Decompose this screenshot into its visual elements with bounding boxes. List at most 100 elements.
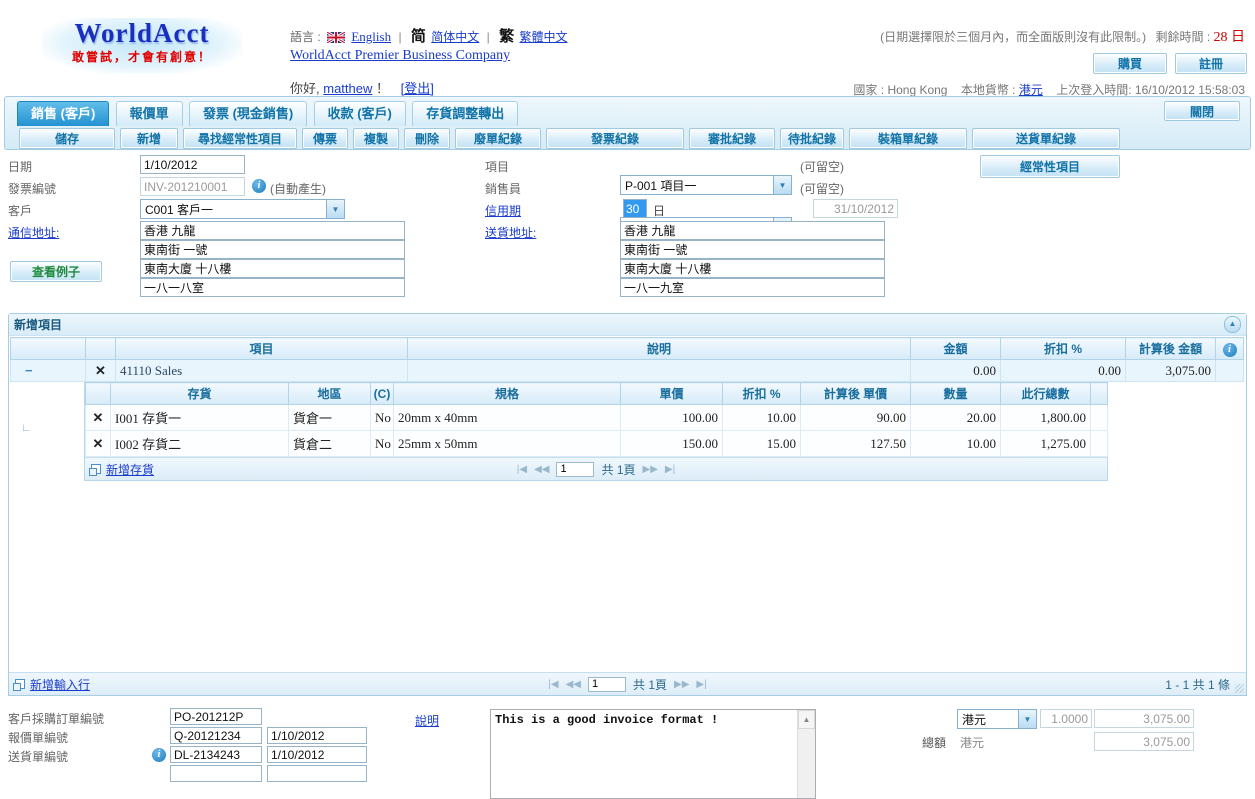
amount-cell[interactable]: 0.00 [911,360,1001,382]
remark-link[interactable]: 說明 [415,712,439,729]
close-button[interactable]: 關閉 [1164,101,1240,121]
delivery-address-line-4[interactable] [620,278,885,297]
voucher-button[interactable]: 傳票 [302,128,348,149]
grid-page-input[interactable] [588,677,626,692]
view-example-button[interactable]: 查看例子 [10,261,102,282]
collapse-panel-icon[interactable]: ▲ [1224,316,1241,333]
lang-english-link[interactable]: English [351,29,391,44]
tab-quotation[interactable]: 報價單 [116,101,183,126]
delivery-no-input[interactable] [170,746,262,763]
col-sub-discount[interactable]: 折扣 % [723,383,801,405]
scrollbar[interactable]: ▲ [797,710,815,798]
add-stock-link[interactable]: 新增存貨 [106,461,154,478]
discount-cell[interactable]: 0.00 [1001,360,1126,382]
invoice-records-button[interactable]: 發票紀錄 [546,128,684,149]
pager-first-icon[interactable]: |◀ [517,464,527,475]
qty-cell[interactable]: 10.00 [911,431,1001,457]
mailing-address-line-1[interactable] [140,221,405,240]
spec-cell[interactable]: 25mm x 50mm [394,431,621,457]
pager-prev-icon[interactable]: ◀◀ [534,464,549,475]
remark-textarea[interactable]: This is a good invoice format ! ▲ [490,709,816,799]
scroll-up-icon[interactable]: ▲ [798,710,815,729]
calc-unit-price-cell[interactable]: 127.50 [801,431,911,457]
row-delete-icon[interactable]: ✕ [86,360,116,382]
register-button[interactable]: 註冊 [1175,53,1247,74]
extra-date-input[interactable] [267,765,367,782]
calc-unit-price-cell[interactable]: 90.00 [801,405,911,431]
discount-cell[interactable]: 15.00 [723,431,801,457]
tab-invoice-cash[interactable]: 發票 (現金銷售) [189,101,307,126]
col-unit-price[interactable]: 單價 [621,383,723,405]
col-spec[interactable]: 規格 [394,383,621,405]
region-cell[interactable]: 貨倉二 [289,431,371,457]
row-collapse-icon[interactable]: − [11,360,86,382]
col-qty[interactable]: 數量 [911,383,1001,405]
project-select[interactable]: P-001 項目一 ▼ [620,175,792,195]
pager-next-icon[interactable]: ▶▶ [674,679,689,690]
delivery-date-input[interactable] [267,746,367,763]
stock-cell[interactable]: I001 存貨一 [111,405,289,431]
lang-traditional-link[interactable]: 繁體中文 [519,30,567,44]
col-discount[interactable]: 折扣 % [1001,338,1126,360]
mailing-address-line-2[interactable] [140,240,405,259]
extra-no-input[interactable] [170,765,262,782]
tab-sales-customer[interactable]: 銷售 (客戶) [17,101,109,126]
pager-last-icon[interactable]: ▶| [665,464,675,475]
credit-period-link[interactable]: 信用期 [485,202,521,219]
subgrid-page-input[interactable] [556,462,594,477]
c-cell[interactable]: No [371,431,394,457]
pager-next-icon[interactable]: ▶▶ [643,464,658,475]
calc-amount-cell[interactable]: 3,075.00 [1126,360,1216,382]
delivery-records-button[interactable]: 送貨單紀錄 [972,128,1120,149]
mailing-address-line-4[interactable] [140,278,405,297]
col-c[interactable]: (C) [371,383,394,405]
buy-button[interactable]: 購買 [1093,53,1167,74]
delivery-address-line-1[interactable] [620,221,885,240]
pager-first-icon[interactable]: |◀ [548,679,558,690]
pager-prev-icon[interactable]: ◀◀ [566,679,581,690]
company-link[interactable]: WorldAcct Premier Business Company [290,48,510,63]
qty-cell[interactable]: 20.00 [911,405,1001,431]
add-input-row-link[interactable]: 新增輸入行 [30,676,90,693]
col-amount[interactable]: 金額 [911,338,1001,360]
row-delete-icon[interactable]: ✕ [86,405,111,431]
tab-receipt-customer[interactable]: 收款 (客戶) [314,101,406,126]
item-row[interactable]: − ✕ 41110 Sales 0.00 0.00 3,075.00 [11,360,1244,382]
currency-select[interactable]: 港元 ▼ [957,709,1037,729]
col-description[interactable]: 說明 [408,338,911,360]
credit-days-input[interactable] [623,199,647,218]
row-delete-icon[interactable]: ✕ [86,431,111,457]
local-currency-link[interactable]: 港元 [1019,83,1043,97]
col-calc-unit-price[interactable]: 計算後 單價 [801,383,911,405]
void-records-button[interactable]: 廢單紀錄 [455,128,541,149]
lang-simplified-link[interactable]: 简体中文 [431,30,479,44]
col-calc-amount[interactable]: 計算後 金額 [1126,338,1216,360]
po-input[interactable] [170,708,262,725]
packing-records-button[interactable]: 裝箱單紀錄 [849,128,967,149]
line-total-cell[interactable]: 1,275.00 [1001,431,1091,457]
find-recurring-button[interactable]: 尋找經常性項目 [183,128,297,149]
col-region[interactable]: 地區 [289,383,371,405]
region-cell[interactable]: 貨倉一 [289,405,371,431]
col-line-total[interactable]: 此行總數 [1001,383,1091,405]
logout-link[interactable]: [登出] [401,81,434,96]
pager-last-icon[interactable]: ▶| [696,679,706,690]
item-cell[interactable]: 41110 Sales [116,360,408,382]
stock-row[interactable]: ✕ I001 存貨一 貨倉一 No 20mm x 40mm 100.00 10.… [86,405,1108,431]
col-stock[interactable]: 存貨 [111,383,289,405]
mailing-address-link[interactable]: 通信地址: [8,224,59,241]
unit-price-cell[interactable]: 100.00 [621,405,723,431]
c-cell[interactable]: No [371,405,394,431]
spec-cell[interactable]: 20mm x 40mm [394,405,621,431]
username-link[interactable]: matthew [323,81,372,96]
resize-grip[interactable] [1235,684,1244,693]
description-cell[interactable] [408,360,911,382]
save-button[interactable]: 儲存 [19,128,115,149]
quote-date-input[interactable] [267,727,367,744]
new-button[interactable]: 新增 [120,128,178,149]
copy-button[interactable]: 複製 [353,128,399,149]
stock-row[interactable]: ✕ I002 存貨二 貨倉二 No 25mm x 50mm 150.00 15.… [86,431,1108,457]
quote-no-input[interactable] [170,727,262,744]
date-input[interactable] [140,155,245,174]
line-total-cell[interactable]: 1,800.00 [1001,405,1091,431]
